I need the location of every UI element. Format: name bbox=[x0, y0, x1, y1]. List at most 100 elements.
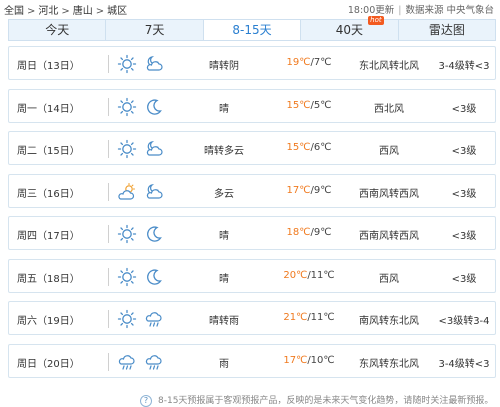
forecast-day: 周六（19日） bbox=[17, 316, 80, 327]
forecast-temperature: 21℃/11℃ bbox=[274, 312, 344, 323]
forecast-tabs: 今天 7天 8-15天 40天 hot 雷达图 bbox=[8, 16, 496, 41]
temp-low: /10℃ bbox=[307, 355, 335, 366]
sun-icon bbox=[117, 224, 137, 244]
breadcrumb-city[interactable]: 唐山 bbox=[73, 6, 93, 17]
forecast-wind-level: <3级 bbox=[451, 274, 477, 285]
forecast-wind: 东北风转北风 bbox=[359, 61, 419, 72]
forecast-wind-level: 3-4级转<3 bbox=[438, 359, 490, 370]
temp-low: /6℃ bbox=[310, 142, 332, 153]
forecast-wind-level: <3级 bbox=[451, 189, 477, 200]
note-text: 8-15天预报属于客观预报产品，反映的是未来天气变化趋势，请随时关注最新预报。 bbox=[158, 396, 494, 406]
forecast-condition: 晴 bbox=[219, 274, 229, 285]
forecast-day: 周四（17日） bbox=[17, 231, 80, 242]
tab-today[interactable]: 今天 bbox=[9, 20, 107, 40]
hot-badge: hot bbox=[368, 16, 384, 25]
temp-high: 15℃ bbox=[286, 142, 311, 153]
sun-icon bbox=[117, 267, 137, 287]
forecast-temperature: 15℃/5℃ bbox=[274, 100, 344, 111]
forecast-temperature: 17℃/10℃ bbox=[274, 355, 344, 366]
forecast-day: 周一（14日） bbox=[17, 104, 80, 115]
moon-icon bbox=[144, 97, 164, 117]
forecast-condition: 晴转多云 bbox=[204, 146, 244, 157]
breadcrumb-province[interactable]: 河北 bbox=[38, 6, 58, 17]
forecast-temperature: 15℃/6℃ bbox=[274, 142, 344, 153]
temp-low: /5℃ bbox=[310, 100, 332, 111]
partly-cloudy-icon bbox=[117, 182, 137, 202]
sun-icon bbox=[117, 309, 137, 329]
divider bbox=[108, 268, 109, 286]
forecast-wind: 南风转东北风 bbox=[359, 316, 419, 327]
divider bbox=[108, 225, 109, 243]
forecast-day: 周五（18日） bbox=[17, 274, 80, 285]
forecast-condition: 晴转雨 bbox=[209, 316, 239, 327]
update-time: 18:00更新 bbox=[347, 5, 395, 16]
temp-low: /9℃ bbox=[310, 227, 332, 238]
forecast-temperature: 17℃/9℃ bbox=[274, 185, 344, 196]
moon-icon bbox=[144, 224, 164, 244]
temp-high: 17℃ bbox=[286, 185, 311, 196]
divider bbox=[108, 98, 109, 116]
forecast-row: 周三（16日） 多云 17℃/9℃ 西南风转西风 <3级 bbox=[8, 174, 496, 208]
forecast-row: 周六（19日） 晴转雨 21℃/11℃ 南风转东北风 <3级转3-4 bbox=[8, 301, 496, 335]
forecast-wind: 西风 bbox=[379, 146, 399, 157]
temp-low: /7℃ bbox=[310, 57, 332, 68]
temp-low: /11℃ bbox=[307, 312, 335, 323]
divider bbox=[108, 55, 109, 73]
rain-cloud-icon bbox=[117, 352, 137, 372]
tab-40-days[interactable]: 40天 hot bbox=[301, 16, 399, 40]
breadcrumb-country[interactable]: 全国 bbox=[4, 6, 24, 17]
temp-high: 19℃ bbox=[286, 57, 311, 68]
temp-high: 18℃ bbox=[286, 227, 311, 238]
divider bbox=[108, 353, 109, 371]
forecast-temperature: 20℃/11℃ bbox=[274, 270, 344, 281]
forecast-wind: 西北风 bbox=[374, 104, 404, 115]
divider bbox=[108, 183, 109, 201]
forecast-temperature: 18℃/9℃ bbox=[274, 227, 344, 238]
top-bar: 全国 > 河北 > 唐山 > 城区 18:00更新 | 数据来源 中央气象台 bbox=[0, 0, 500, 17]
tab-7-days[interactable]: 7天 bbox=[106, 20, 204, 40]
forecast-row: 周一（14日） 晴 15℃/5℃ 西北风 <3级 bbox=[8, 89, 496, 123]
moon-icon bbox=[144, 267, 164, 287]
forecast-note: ? 8-15天预报属于客观预报产品，反映的是未来天气变化趋势，请随时关注最新预报。 bbox=[140, 393, 493, 407]
forecast-condition: 晴 bbox=[219, 231, 229, 242]
tab-radar[interactable]: 雷达图 bbox=[399, 20, 495, 40]
breadcrumb-district[interactable]: 城区 bbox=[107, 6, 127, 17]
cloudy-moon-icon bbox=[144, 182, 164, 202]
rain-cloud-icon bbox=[144, 309, 164, 329]
forecast-wind-level: <3级转3-4 bbox=[438, 316, 490, 327]
forecast-wind: 西风 bbox=[379, 274, 399, 285]
forecast-temperature: 19℃/7℃ bbox=[274, 57, 344, 68]
temp-high: 15℃ bbox=[286, 100, 311, 111]
data-source: 18:00更新 | 数据来源 中央气象台 bbox=[347, 5, 494, 16]
forecast-row: 周四（17日） 晴 18℃/9℃ 西南风转西风 <3级 bbox=[8, 216, 496, 250]
temp-low: /9℃ bbox=[310, 185, 332, 196]
forecast-row: 周二（15日） 晴转多云 15℃/6℃ 西风 <3级 bbox=[8, 131, 496, 165]
sun-icon bbox=[117, 97, 137, 117]
forecast-condition: 晴 bbox=[219, 104, 229, 115]
forecast-day: 周日（20日） bbox=[17, 359, 80, 370]
temp-high: 20℃ bbox=[283, 270, 308, 281]
forecast-row: 周五（18日） 晴 20℃/11℃ 西风 <3级 bbox=[8, 259, 496, 293]
temp-low: /11℃ bbox=[307, 270, 335, 281]
forecast-wind-level: 3-4级转<3 bbox=[438, 61, 490, 72]
forecast-day: 周二（15日） bbox=[17, 146, 80, 157]
divider bbox=[108, 140, 109, 158]
help-icon[interactable]: ? bbox=[140, 394, 152, 407]
forecast-wind: 西南风转西风 bbox=[359, 189, 419, 200]
forecast-condition: 晴转阴 bbox=[209, 61, 239, 72]
forecast-wind-level: <3级 bbox=[451, 146, 477, 157]
forecast-condition: 多云 bbox=[214, 189, 234, 200]
forecast-row: 周日（13日） 晴转阴 19℃/7℃ 东北风转北风 3-4级转<3 bbox=[8, 46, 496, 80]
tab-8-15-days[interactable]: 8-15天 bbox=[203, 20, 302, 40]
forecast-row: 周日（20日） 雨 17℃/10℃ 东风转东北风 3-4级转<3 bbox=[8, 344, 496, 378]
forecast-wind: 东风转东北风 bbox=[359, 359, 419, 370]
temp-high: 21℃ bbox=[283, 312, 308, 323]
sun-icon bbox=[117, 54, 137, 74]
forecast-wind-level: <3级 bbox=[451, 231, 477, 242]
forecast-day: 周日（13日） bbox=[17, 61, 80, 72]
cloudy-moon-icon bbox=[144, 139, 164, 159]
forecast-wind: 西南风转西风 bbox=[359, 231, 419, 242]
forecast-condition: 雨 bbox=[219, 359, 229, 370]
divider bbox=[108, 310, 109, 328]
sun-icon bbox=[117, 139, 137, 159]
